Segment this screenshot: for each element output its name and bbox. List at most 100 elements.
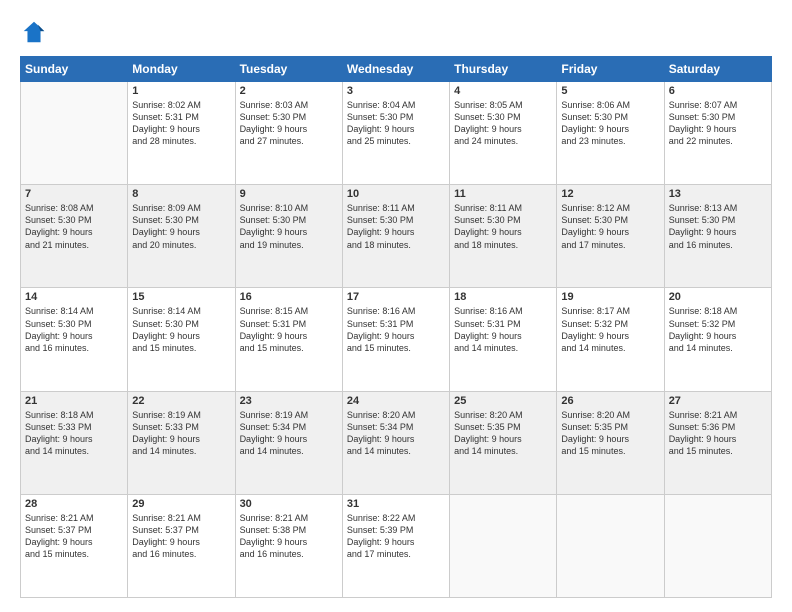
col-header-friday: Friday (557, 57, 664, 82)
calendar-week-5: 28Sunrise: 8:21 AM Sunset: 5:37 PM Dayli… (21, 494, 772, 597)
calendar-cell: 15 Sunrise: 8:14 AM Sunset: 5:30 PM Dayli… (128, 288, 235, 391)
calendar-cell: 18Sunrise: 8:16 AM Sunset: 5:31 PM Dayli… (450, 288, 557, 391)
day-number: 27 (669, 395, 767, 407)
day-number: 30 (240, 498, 338, 510)
calendar-cell: 21 Sunrise: 8:18 AM Sunset: 5:33 PM Dayli… (21, 391, 128, 494)
calendar-cell: 9 Sunrise: 8:10 AM Sunset: 5:30 PM Daylig… (235, 185, 342, 288)
day-info: Sunrise: 8:16 AM Sunset: 5:31 PM Dayligh… (454, 305, 552, 354)
day-number: 10 (347, 188, 445, 200)
calendar-cell (557, 494, 664, 597)
day-info: Sunrise: 8:20 AM Sunset: 5:35 PM Dayligh… (454, 409, 552, 458)
day-number: 12 (561, 188, 659, 200)
day-number: 25 (454, 395, 552, 407)
day-info: Sunrise: 8:18 AM Sunset: 5:32 PM Dayligh… (669, 305, 767, 354)
calendar-cell: 26 Sunrise: 8:20 AM Sunset: 5:35 PM Dayli… (557, 391, 664, 494)
calendar-cell: 10 Sunrise: 8:11 AM Sunset: 5:30 PM Dayli… (342, 185, 449, 288)
day-info: Sunrise: 8:19 AM Sunset: 5:34 PM Dayligh… (240, 409, 338, 458)
day-info: Sunrise: 8:22 AM Sunset: 5:39 PM Dayligh… (347, 512, 445, 561)
day-number: 3 (347, 85, 445, 97)
calendar-cell: 24 Sunrise: 8:20 AM Sunset: 5:34 PM Dayli… (342, 391, 449, 494)
day-number: 23 (240, 395, 338, 407)
day-info: Sunrise: 8:20 AM Sunset: 5:34 PM Dayligh… (347, 409, 445, 458)
day-info: Sunrise: 8:13 AM Sunset: 5:30 PM Dayligh… (669, 202, 767, 251)
page: SundayMondayTuesdayWednesdayThursdayFrid… (0, 0, 792, 612)
col-header-wednesday: Wednesday (342, 57, 449, 82)
calendar-cell: 17 Sunrise: 8:16 AM Sunset: 5:31 PM Dayli… (342, 288, 449, 391)
day-info: Sunrise: 8:06 AM Sunset: 5:30 PM Dayligh… (561, 99, 659, 148)
day-info: Sunrise: 8:21 AM Sunset: 5:38 PM Dayligh… (240, 512, 338, 561)
calendar-cell: 6 Sunrise: 8:07 AM Sunset: 5:30 PM Daylig… (664, 82, 771, 185)
calendar-cell: 30 Sunrise: 8:21 AM Sunset: 5:38 PM Dayli… (235, 494, 342, 597)
calendar-cell: 8 Sunrise: 8:09 AM Sunset: 5:30 PM Daylig… (128, 185, 235, 288)
calendar-cell: 3 Sunrise: 8:04 AM Sunset: 5:30 PM Daylig… (342, 82, 449, 185)
calendar-cell: 31 Sunrise: 8:22 AM Sunset: 5:39 PM Dayli… (342, 494, 449, 597)
day-number: 6 (669, 85, 767, 97)
day-info: Sunrise: 8:09 AM Sunset: 5:30 PM Dayligh… (132, 202, 230, 251)
day-number: 13 (669, 188, 767, 200)
logo-icon (20, 18, 48, 46)
day-number: 21 (25, 395, 123, 407)
calendar-cell: 5 Sunrise: 8:06 AM Sunset: 5:30 PM Daylig… (557, 82, 664, 185)
day-info: Sunrise: 8:14 AM Sunset: 5:30 PM Dayligh… (132, 305, 230, 354)
calendar-cell: 28Sunrise: 8:21 AM Sunset: 5:37 PM Dayli… (21, 494, 128, 597)
day-info: Sunrise: 8:10 AM Sunset: 5:30 PM Dayligh… (240, 202, 338, 251)
day-number: 22 (132, 395, 230, 407)
calendar-cell: 16 Sunrise: 8:15 AM Sunset: 5:31 PM Dayli… (235, 288, 342, 391)
calendar-cell: 4 Sunrise: 8:05 AM Sunset: 5:30 PM Daylig… (450, 82, 557, 185)
calendar-week-3: 14Sunrise: 8:14 AM Sunset: 5:30 PM Dayli… (21, 288, 772, 391)
day-info: Sunrise: 8:05 AM Sunset: 5:30 PM Dayligh… (454, 99, 552, 148)
day-number: 7 (25, 188, 123, 200)
day-number: 15 (132, 291, 230, 303)
day-info: Sunrise: 8:02 AM Sunset: 5:31 PM Dayligh… (132, 99, 230, 148)
calendar-cell: 2Sunrise: 8:03 AM Sunset: 5:30 PM Daylig… (235, 82, 342, 185)
calendar-cell: 20 Sunrise: 8:18 AM Sunset: 5:32 PM Dayli… (664, 288, 771, 391)
day-info: Sunrise: 8:03 AM Sunset: 5:30 PM Dayligh… (240, 99, 338, 148)
calendar-cell: 27 Sunrise: 8:21 AM Sunset: 5:36 PM Dayli… (664, 391, 771, 494)
day-info: Sunrise: 8:19 AM Sunset: 5:33 PM Dayligh… (132, 409, 230, 458)
day-number: 9 (240, 188, 338, 200)
day-number: 5 (561, 85, 659, 97)
day-info: Sunrise: 8:21 AM Sunset: 5:37 PM Dayligh… (132, 512, 230, 561)
day-info: Sunrise: 8:11 AM Sunset: 5:30 PM Dayligh… (347, 202, 445, 251)
logo (20, 18, 52, 46)
day-info: Sunrise: 8:21 AM Sunset: 5:36 PM Dayligh… (669, 409, 767, 458)
day-number: 1 (132, 85, 230, 97)
day-info: Sunrise: 8:07 AM Sunset: 5:30 PM Dayligh… (669, 99, 767, 148)
day-number: 24 (347, 395, 445, 407)
day-number: 16 (240, 291, 338, 303)
header (20, 18, 772, 46)
day-number: 20 (669, 291, 767, 303)
day-number: 26 (561, 395, 659, 407)
calendar-header-row: SundayMondayTuesdayWednesdayThursdayFrid… (21, 57, 772, 82)
day-info: Sunrise: 8:20 AM Sunset: 5:35 PM Dayligh… (561, 409, 659, 458)
day-info: Sunrise: 8:17 AM Sunset: 5:32 PM Dayligh… (561, 305, 659, 354)
day-info: Sunrise: 8:04 AM Sunset: 5:30 PM Dayligh… (347, 99, 445, 148)
calendar-week-2: 7Sunrise: 8:08 AM Sunset: 5:30 PM Daylig… (21, 185, 772, 288)
col-header-saturday: Saturday (664, 57, 771, 82)
col-header-tuesday: Tuesday (235, 57, 342, 82)
col-header-sunday: Sunday (21, 57, 128, 82)
calendar-cell: 23 Sunrise: 8:19 AM Sunset: 5:34 PM Dayli… (235, 391, 342, 494)
day-number: 31 (347, 498, 445, 510)
calendar-cell: 29 Sunrise: 8:21 AM Sunset: 5:37 PM Dayli… (128, 494, 235, 597)
day-info: Sunrise: 8:12 AM Sunset: 5:30 PM Dayligh… (561, 202, 659, 251)
day-info: Sunrise: 8:16 AM Sunset: 5:31 PM Dayligh… (347, 305, 445, 354)
calendar-cell: 1 Sunrise: 8:02 AM Sunset: 5:31 PM Daylig… (128, 82, 235, 185)
day-info: Sunrise: 8:11 AM Sunset: 5:30 PM Dayligh… (454, 202, 552, 251)
day-number: 8 (132, 188, 230, 200)
calendar-table: SundayMondayTuesdayWednesdayThursdayFrid… (20, 56, 772, 598)
day-number: 29 (132, 498, 230, 510)
day-number: 17 (347, 291, 445, 303)
calendar-cell (450, 494, 557, 597)
day-number: 19 (561, 291, 659, 303)
calendar-cell: 25 Sunrise: 8:20 AM Sunset: 5:35 PM Dayli… (450, 391, 557, 494)
day-info: Sunrise: 8:21 AM Sunset: 5:37 PM Dayligh… (25, 512, 123, 561)
calendar-cell: 19 Sunrise: 8:17 AM Sunset: 5:32 PM Dayli… (557, 288, 664, 391)
day-info: Sunrise: 8:15 AM Sunset: 5:31 PM Dayligh… (240, 305, 338, 354)
day-number: 4 (454, 85, 552, 97)
calendar-cell: 11Sunrise: 8:11 AM Sunset: 5:30 PM Dayli… (450, 185, 557, 288)
calendar-cell (664, 494, 771, 597)
calendar-cell: 14Sunrise: 8:14 AM Sunset: 5:30 PM Dayli… (21, 288, 128, 391)
day-info: Sunrise: 8:18 AM Sunset: 5:33 PM Dayligh… (25, 409, 123, 458)
calendar-week-4: 21 Sunrise: 8:18 AM Sunset: 5:33 PM Dayli… (21, 391, 772, 494)
